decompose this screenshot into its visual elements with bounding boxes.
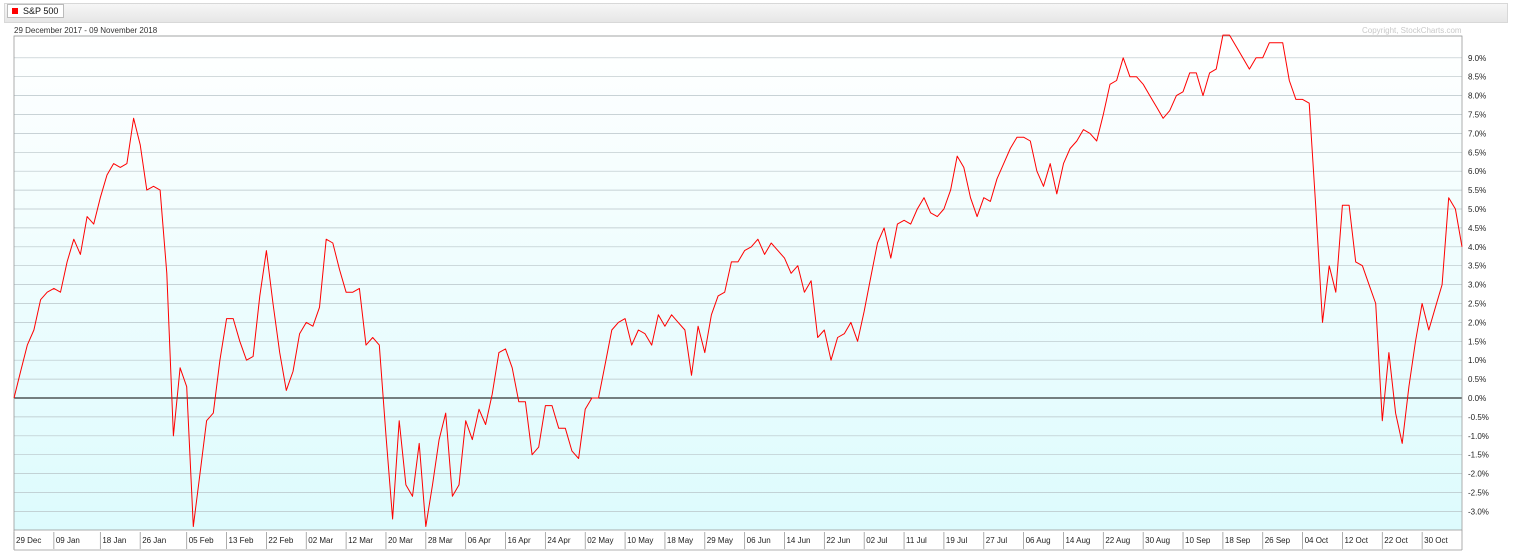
- x-tick-label: 02 Jul: [866, 536, 888, 545]
- x-tick-label: 18 Sep: [1225, 536, 1251, 545]
- x-tick-label: 26 Jan: [142, 536, 166, 545]
- y-tick-label: 9.0%: [1468, 54, 1486, 63]
- x-tick-label: 16 Apr: [508, 536, 531, 545]
- x-tick-label: 29 Dec: [16, 536, 41, 545]
- y-tick-label: 0.0%: [1468, 394, 1486, 403]
- y-tick-label: 4.5%: [1468, 224, 1486, 233]
- x-tick-label: 22 Jun: [826, 536, 850, 545]
- y-tick-label: 3.0%: [1468, 281, 1486, 290]
- x-tick-label: 12 Mar: [348, 536, 373, 545]
- x-tick-label: 06 Aug: [1026, 536, 1051, 545]
- y-tick-label: 2.0%: [1468, 318, 1486, 327]
- x-tick-label: 30 Oct: [1424, 536, 1448, 545]
- x-tick-label: 11 Jul: [906, 536, 927, 545]
- x-tick-label: 02 May: [587, 536, 613, 545]
- x-tick-label: 30 Aug: [1145, 536, 1170, 545]
- x-tick-label: 26 Sep: [1265, 536, 1291, 545]
- y-tick-label: 6.0%: [1468, 167, 1486, 176]
- y-tick-label: 7.0%: [1468, 129, 1486, 138]
- x-tick-label: 14 Jun: [786, 536, 810, 545]
- x-tick-label: 29 May: [707, 536, 733, 545]
- y-tick-label: 8.5%: [1468, 73, 1486, 82]
- y-tick-label: 1.5%: [1468, 337, 1486, 346]
- x-tick-label: 22 Aug: [1105, 536, 1130, 545]
- y-tick-label: 1.0%: [1468, 356, 1486, 365]
- y-tick-label: -3.0%: [1468, 507, 1489, 516]
- x-tick-label: 06 Jun: [747, 536, 771, 545]
- plot-background: [14, 36, 1462, 530]
- y-tick-label: -2.0%: [1468, 470, 1489, 479]
- x-tick-label: 18 Jan: [102, 536, 126, 545]
- y-tick-label: 4.0%: [1468, 243, 1486, 252]
- y-tick-label: 5.0%: [1468, 205, 1486, 214]
- chart-page: S&P 500 29 December 2017 - 09 November 2…: [0, 0, 1524, 554]
- x-tick-label: 18 May: [667, 536, 693, 545]
- x-tick-label: 14 Aug: [1065, 536, 1090, 545]
- line-chart: 9.0% 8.5% 8.0% 7.5% 7.0% 6.5% 6.0% 5.5% 5.0% 4.5%…: [13, 34, 1489, 551]
- x-tick-label: 13 Feb: [229, 536, 254, 545]
- x-tick-label: 22 Oct: [1384, 536, 1408, 545]
- y-tick-label: -2.5%: [1468, 489, 1489, 498]
- x-tick-label: 04 Oct: [1305, 536, 1329, 545]
- x-tick-label: 12 Oct: [1344, 536, 1368, 545]
- x-tick-label: 02 Mar: [308, 536, 333, 545]
- x-tick-label: 05 Feb: [189, 536, 214, 545]
- x-tick-label: 09 Jan: [56, 536, 80, 545]
- y-tick-label: 8.0%: [1468, 92, 1486, 101]
- x-tick-label: 24 Apr: [547, 536, 570, 545]
- x-tick-label: 20 Mar: [388, 536, 413, 545]
- x-tick-label: 06 Apr: [468, 536, 491, 545]
- x-tick-label: 10 May: [627, 536, 653, 545]
- x-tick-label: 22 Feb: [268, 536, 293, 545]
- y-tick-label: 7.5%: [1468, 111, 1486, 120]
- x-tick-label: 10 Sep: [1185, 536, 1211, 545]
- y-tick-label: -1.5%: [1468, 451, 1489, 460]
- y-tick-label: 5.5%: [1468, 186, 1486, 195]
- y-tick-label: 6.5%: [1468, 148, 1486, 157]
- y-tick-label: 2.5%: [1468, 300, 1486, 309]
- y-tick-label: -1.0%: [1468, 432, 1489, 441]
- x-tick-label: 27 Jul: [986, 536, 1008, 545]
- x-tick-label: 28 Mar: [428, 536, 453, 545]
- x-tick-label: 19 Jul: [946, 536, 968, 545]
- y-tick-label: -0.5%: [1468, 413, 1489, 422]
- y-tick-label: 3.5%: [1468, 262, 1486, 271]
- y-tick-label: 0.5%: [1468, 375, 1486, 384]
